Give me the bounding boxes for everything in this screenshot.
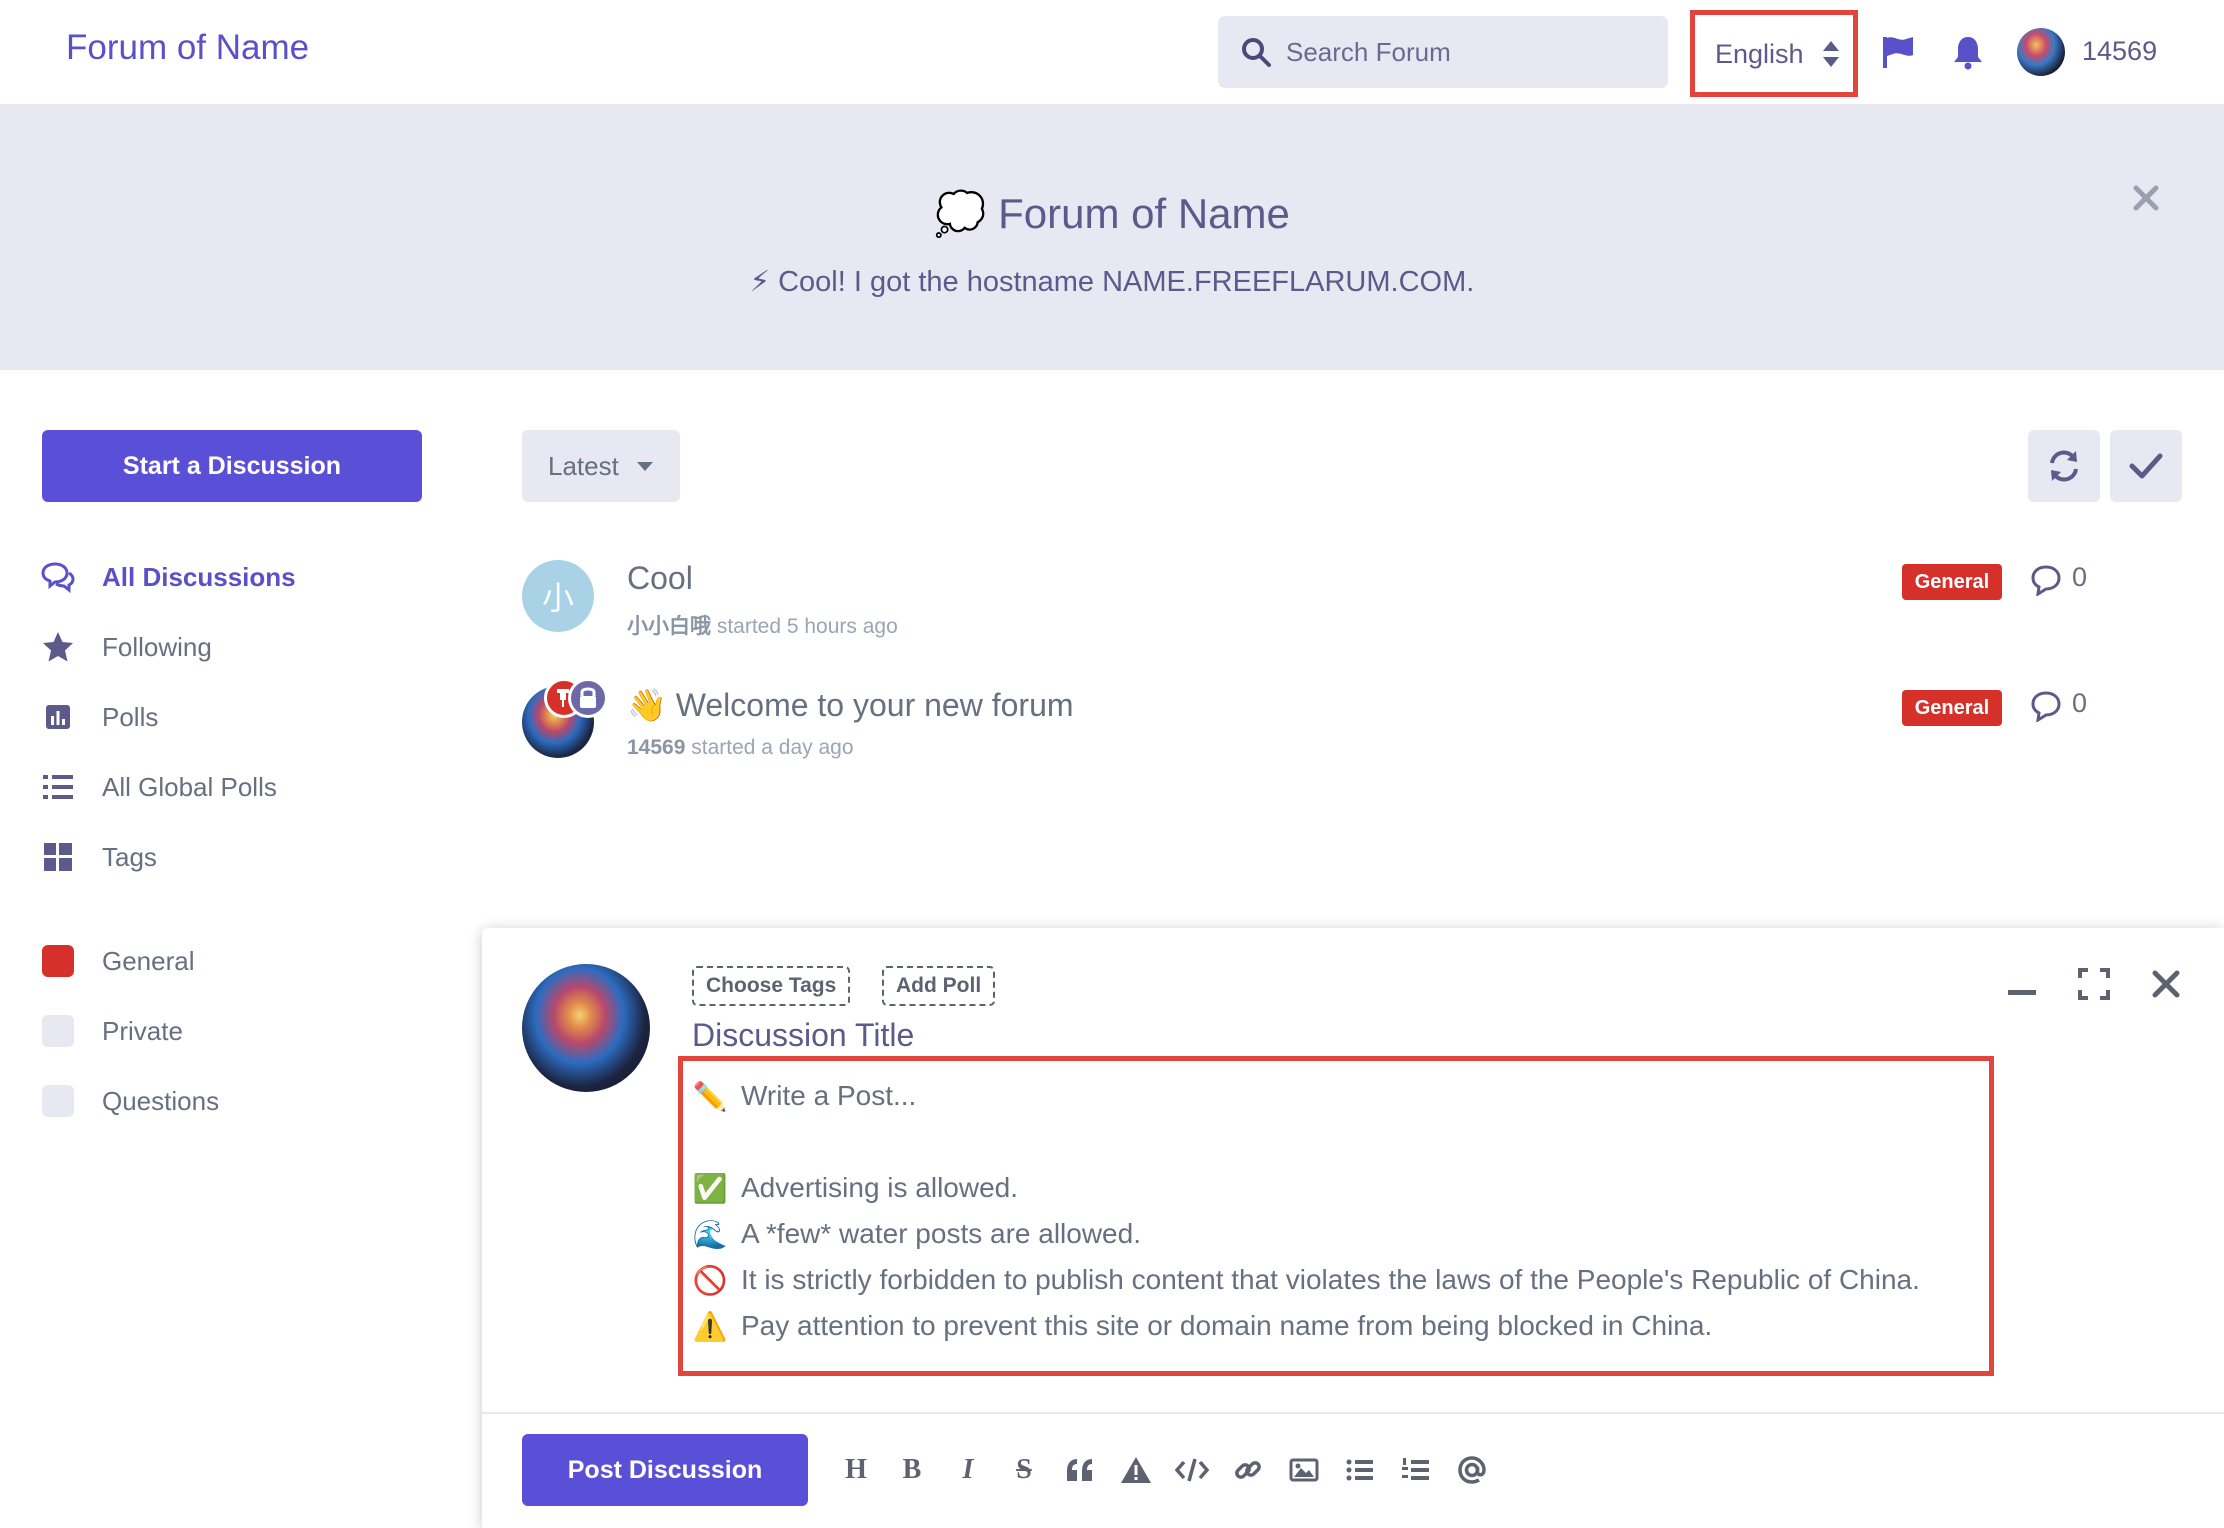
sidebar-item-polls[interactable]: Polls: [40, 695, 158, 739]
discussion-title[interactable]: Cool: [627, 560, 693, 597]
sidebar-item-label: Questions: [102, 1085, 220, 1116]
search-box[interactable]: [1218, 16, 1668, 88]
sidebar-item-label: Private: [102, 1015, 183, 1046]
refresh-button[interactable]: [2028, 430, 2100, 502]
tag-badge-general[interactable]: General: [1902, 564, 2002, 600]
hero-subtitle: ⚡ Cool! I got the hostname NAME.FREEFLAR…: [749, 266, 1475, 298]
tags-grid-icon: [44, 843, 72, 871]
sort-label: Latest: [548, 450, 619, 481]
post-body-textarea[interactable]: ✏️ Write a Post... ✅ Advertising is allo…: [678, 1056, 1994, 1376]
poll-icon: [46, 705, 70, 729]
search-input[interactable]: [1286, 16, 1656, 88]
reply-count: 0: [2072, 688, 2088, 718]
body-line: 🚫 It is strictly forbidden to publish co…: [692, 1264, 1920, 1296]
reply-count: 0: [2072, 562, 2088, 592]
code-icon[interactable]: [1174, 1452, 1210, 1488]
sidebar-item-label: Tags: [102, 841, 157, 872]
mark-all-read-button[interactable]: [2110, 430, 2182, 502]
fullscreen-icon[interactable]: [2076, 966, 2112, 1002]
sort-arrows-icon: [1823, 41, 1839, 67]
search-icon: [1242, 38, 1271, 67]
warning-icon: ⚠️: [692, 1310, 728, 1342]
comment-icon: [2031, 565, 2061, 596]
ordered-list-icon[interactable]: [1398, 1452, 1434, 1488]
caret-down-icon: [636, 461, 653, 471]
italic-icon[interactable]: I: [950, 1452, 986, 1488]
header: Forum of Name English 14569: [0, 0, 2224, 104]
bullet-list-icon[interactable]: [1342, 1452, 1378, 1488]
bold-icon[interactable]: B: [894, 1452, 930, 1488]
discussion-title[interactable]: 👋 Welcome to your new forum: [627, 686, 1074, 724]
post-discussion-button[interactable]: Post Discussion: [522, 1434, 808, 1506]
sidebar-tag-private[interactable]: Private: [40, 1009, 183, 1053]
sidebar-item-label: Polls: [102, 701, 159, 732]
avatar-letter: 小: [541, 580, 574, 616]
refresh-icon: [2050, 450, 2078, 482]
star-icon: [43, 632, 73, 662]
sidebar-item-all-global-polls[interactable]: All Global Polls: [40, 765, 277, 809]
list-icon: [43, 775, 73, 799]
body-line: ✏️ Write a Post...: [692, 1080, 917, 1112]
tag-badge-general[interactable]: General: [1902, 690, 2002, 726]
forum-logo[interactable]: Forum of Name: [66, 28, 309, 68]
sidebar-tag-questions[interactable]: Questions: [40, 1079, 219, 1123]
tag-color-swatch: [42, 945, 74, 977]
composer-avatar: [522, 964, 650, 1092]
sidebar-item-following[interactable]: Following: [40, 625, 212, 669]
close-icon[interactable]: [2128, 180, 2164, 216]
discussion-meta: 小小白哦 started 5 hours ago: [627, 615, 898, 638]
body-line: 🌊 A *few* water posts are allowed.: [692, 1218, 1141, 1250]
author-name[interactable]: 小小白哦: [627, 615, 711, 638]
link-icon[interactable]: [1230, 1452, 1266, 1488]
language-label: English: [1715, 39, 1804, 69]
locked-badge: [568, 678, 608, 718]
author-avatar[interactable]: 小: [522, 560, 594, 632]
minimize-icon[interactable]: [2004, 966, 2040, 1002]
check-icon: [2129, 453, 2163, 479]
prohibited-icon: 🚫: [692, 1264, 728, 1296]
hero-title: 💭 Forum of Name: [934, 190, 1290, 237]
user-avatar[interactable]: [2017, 28, 2065, 76]
sidebar-tag-general[interactable]: General: [40, 939, 195, 983]
choose-tags-button[interactable]: Choose Tags: [692, 966, 851, 1006]
composer: Choose Tags Add Poll ✏️ Write a Post... …: [482, 928, 2224, 1528]
author-name[interactable]: 14569: [627, 736, 685, 759]
spoiler-warning-icon[interactable]: [1118, 1452, 1154, 1488]
start-discussion-button[interactable]: Start a Discussion: [42, 430, 422, 502]
sidebar-item-label: General: [102, 945, 195, 976]
discussion-list-item[interactable]: 👋 Welcome to your new forum 14569 starte…: [522, 678, 2102, 796]
strikethrough-icon[interactable]: S: [1006, 1452, 1042, 1488]
username[interactable]: 14569: [2082, 36, 2157, 67]
tag-color-swatch: [42, 1085, 74, 1117]
image-icon[interactable]: [1286, 1452, 1322, 1488]
sidebar-item-label: Following: [102, 631, 212, 662]
discussion-meta: 14569 started a day ago: [627, 736, 854, 759]
quote-icon[interactable]: [1062, 1452, 1098, 1488]
bell-icon[interactable]: [1950, 34, 1986, 70]
check-mark-icon: ✅: [692, 1172, 728, 1204]
sidebar-item-all-discussions[interactable]: All Discussions: [40, 555, 296, 599]
composer-divider: [482, 1412, 2224, 1414]
discussion-list-item[interactable]: 小 Cool 小小白哦 started 5 hours ago General …: [522, 560, 2102, 670]
heading-icon[interactable]: H: [838, 1452, 874, 1488]
pencil-icon: ✏️: [692, 1080, 728, 1112]
mention-icon[interactable]: [1454, 1452, 1490, 1488]
sort-dropdown[interactable]: Latest: [522, 430, 680, 502]
sidebar-item-tags[interactable]: Tags: [40, 835, 157, 879]
comment-icon: [2031, 691, 2061, 722]
close-icon[interactable]: [2148, 966, 2184, 1002]
body-line: ✅ Advertising is allowed.: [692, 1172, 1019, 1204]
body-line: ⚠️ Pay attention to prevent this site or…: [692, 1310, 1713, 1342]
sidebar-item-label: All Discussions: [102, 561, 296, 592]
lock-icon: [580, 687, 596, 708]
language-selector[interactable]: English: [1690, 10, 1858, 97]
water-wave-icon: 🌊: [692, 1218, 728, 1250]
sidebar-item-label: All Global Polls: [102, 771, 277, 802]
comments-icon: [41, 562, 75, 593]
welcome-hero: 💭 Forum of Name ⚡ Cool! I got the hostna…: [0, 104, 2224, 370]
flag-icon[interactable]: [1880, 34, 1916, 70]
discussion-title-input[interactable]: [692, 1012, 1492, 1058]
add-poll-button[interactable]: Add Poll: [882, 966, 996, 1006]
tag-color-swatch: [42, 1015, 74, 1047]
